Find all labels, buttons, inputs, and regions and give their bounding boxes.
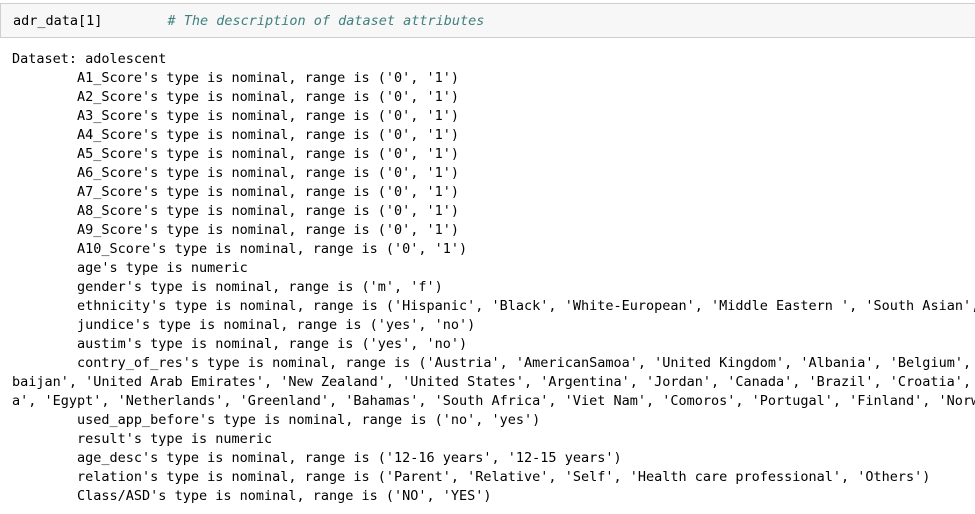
output-line: age_desc's type is nominal, range is ('1…	[12, 450, 622, 466]
output-line: age's type is numeric	[12, 260, 248, 276]
output-line: jundice's type is nominal, range is ('ye…	[12, 317, 476, 333]
output-line: a', 'Egypt', 'Netherlands', 'Greenland',…	[12, 393, 975, 409]
output-line: A2_Score's type is nominal, range is ('0…	[12, 89, 460, 105]
output-line: A8_Score's type is nominal, range is ('0…	[12, 203, 460, 219]
output-line: A1_Score's type is nominal, range is ('0…	[12, 70, 460, 86]
output-line: gender's type is nominal, range is ('m',…	[12, 279, 443, 295]
output-line: A4_Score's type is nominal, range is ('0…	[12, 127, 460, 143]
output-line: used_app_before's type is nominal, range…	[12, 412, 541, 428]
output-line: A5_Score's type is nominal, range is ('0…	[12, 146, 460, 162]
output-line: result's type is numeric	[12, 431, 273, 447]
output-line: A9_Score's type is nominal, range is ('0…	[12, 222, 460, 238]
cell-output: Dataset: adolescent A1_Score's type is n…	[12, 50, 975, 506]
output-line: A7_Score's type is nominal, range is ('0…	[12, 184, 460, 200]
output-line: Class/ASD's type is nominal, range is ('…	[12, 488, 492, 504]
output-line: relation's type is nominal, range is ('P…	[12, 469, 931, 485]
output-line: A10_Score's type is nominal, range is ('…	[12, 241, 468, 257]
output-line: austim's type is nominal, range is ('yes…	[12, 336, 468, 352]
output-line: A6_Score's type is nominal, range is ('0…	[12, 165, 460, 181]
output-line: A3_Score's type is nominal, range is ('0…	[12, 108, 460, 124]
output-line: baijan', 'United Arab Emirates', 'New Ze…	[12, 374, 975, 390]
code-spacer	[102, 13, 167, 29]
code-text: adr_data[1]	[13, 13, 103, 29]
code-comment: # The description of dataset attributes	[167, 13, 485, 29]
code-input-cell[interactable]: adr_data[1] # The description of dataset…	[0, 3, 975, 38]
code-line[interactable]: adr_data[1] # The description of dataset…	[13, 13, 484, 29]
output-line: contry_of_res's type is nominal, range i…	[12, 355, 975, 371]
output-line: Dataset: adolescent	[12, 51, 167, 67]
output-line: ethnicity's type is nominal, range is ('…	[12, 298, 975, 314]
